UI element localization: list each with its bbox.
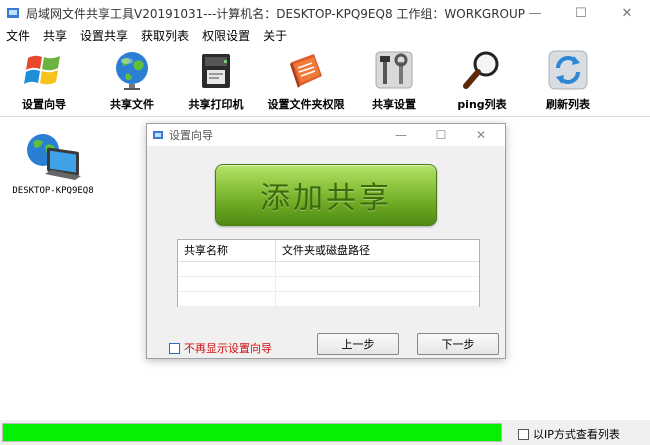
menu-bar: 文件 共享 设置共享 获取列表 权限设置 关于	[0, 26, 650, 44]
menu-permissions[interactable]: 权限设置	[202, 27, 250, 44]
table-cell	[178, 277, 276, 291]
status-bar: 以IP方式查看列表	[0, 420, 650, 445]
table-header: 共享名称 文件夹或磁盘路径	[178, 240, 479, 262]
menu-file[interactable]: 文件	[6, 27, 30, 44]
folder-permission-icon	[290, 54, 322, 88]
magnifier-icon	[463, 51, 499, 89]
setup-wizard-dialog: 设置向导 — ☐ ✕ 添加共享 共享名称 文件夹或磁盘路径 不再显示设置向导 上…	[146, 123, 506, 359]
tool-label: 设置文件夹权限	[267, 98, 345, 111]
progress-bar	[2, 423, 502, 442]
dialog-minimize-button[interactable]: —	[381, 124, 421, 146]
toolbar: 设置向导 共享文件 共享打印机 设置文件夹权限 共享设置 ping列表 刷新列表	[0, 45, 650, 117]
tool-ping-list[interactable]: ping列表	[442, 48, 522, 114]
ip-view-label: 以IP方式查看列表	[533, 428, 620, 441]
computer-name: DESKTOP-KPQ9EQ8	[12, 186, 94, 196]
table-cell	[276, 292, 479, 306]
printer-icon	[202, 54, 230, 88]
table-row[interactable]	[178, 292, 479, 307]
maximize-button[interactable]: ☐	[558, 0, 604, 26]
app-icon	[7, 8, 19, 18]
tool-setup-wizard[interactable]: 设置向导	[4, 48, 84, 114]
add-share-label: 添加共享	[260, 181, 392, 216]
ip-view-option[interactable]: 以IP方式查看列表	[518, 426, 620, 442]
minimize-button[interactable]: —	[512, 0, 558, 26]
menu-share[interactable]: 共享	[43, 27, 67, 44]
table-row[interactable]	[178, 277, 479, 292]
menu-share-settings[interactable]: 设置共享	[80, 27, 128, 44]
tool-label: ping列表	[457, 98, 507, 111]
tools-icon	[375, 51, 413, 89]
menu-about[interactable]: 关于	[263, 27, 287, 44]
tool-folder-permissions[interactable]: 设置文件夹权限	[266, 48, 346, 114]
close-button[interactable]: ✕	[604, 0, 650, 26]
share-table: 共享名称 文件夹或磁盘路径	[177, 239, 480, 307]
tool-label: 共享文件	[110, 98, 154, 111]
add-share-button[interactable]: 添加共享	[215, 164, 437, 226]
column-share-name[interactable]: 共享名称	[178, 240, 276, 261]
dialog-close-button[interactable]: ✕	[461, 124, 501, 146]
dont-show-wizard-option[interactable]: 不再显示设置向导	[169, 340, 272, 356]
dont-show-wizard-label: 不再显示设置向导	[184, 342, 272, 355]
tool-label: 刷新列表	[546, 98, 590, 111]
windows-flag-icon	[24, 55, 60, 85]
menu-get-list[interactable]: 获取列表	[141, 27, 189, 44]
table-cell	[276, 262, 479, 276]
table-cell	[276, 277, 479, 291]
window-controls: — ☐ ✕	[512, 0, 650, 26]
ip-view-checkbox[interactable]	[518, 428, 529, 440]
globe-icon	[116, 52, 148, 90]
computer-item[interactable]: DESKTOP-KPQ9EQ8	[8, 130, 98, 196]
window-title: 局域网文件共享工具V20191031---计算机名：DESKTOP-KPQ9EQ…	[26, 6, 526, 21]
dialog-maximize-button[interactable]: ☐	[421, 124, 461, 146]
progress-fill	[3, 424, 501, 441]
tool-refresh-list[interactable]: 刷新列表	[528, 48, 608, 114]
table-cell	[178, 262, 276, 276]
tool-share-settings[interactable]: 共享设置	[354, 48, 434, 114]
title-bar: 局域网文件共享工具V20191031---计算机名：DESKTOP-KPQ9EQ…	[0, 0, 650, 26]
next-button[interactable]: 下一步	[417, 333, 499, 355]
network-computer-icon	[27, 134, 81, 180]
tool-label: 共享打印机	[188, 98, 244, 111]
tool-label: 共享设置	[372, 98, 416, 111]
prev-button[interactable]: 上一步	[317, 333, 399, 355]
dialog-controls: — ☐ ✕	[381, 124, 501, 146]
app-icon	[153, 131, 163, 139]
table-row[interactable]	[178, 262, 479, 277]
dialog-title: 设置向导	[169, 129, 213, 142]
dont-show-wizard-checkbox[interactable]	[169, 342, 180, 354]
column-folder-path[interactable]: 文件夹或磁盘路径	[276, 240, 479, 261]
refresh-icon	[548, 50, 588, 90]
tool-share-files[interactable]: 共享文件	[92, 48, 172, 114]
tool-label: 设置向导	[22, 98, 66, 111]
dialog-title-bar: 设置向导 — ☐ ✕	[147, 124, 505, 146]
tool-share-printer[interactable]: 共享打印机	[176, 48, 256, 114]
table-cell	[178, 292, 276, 306]
